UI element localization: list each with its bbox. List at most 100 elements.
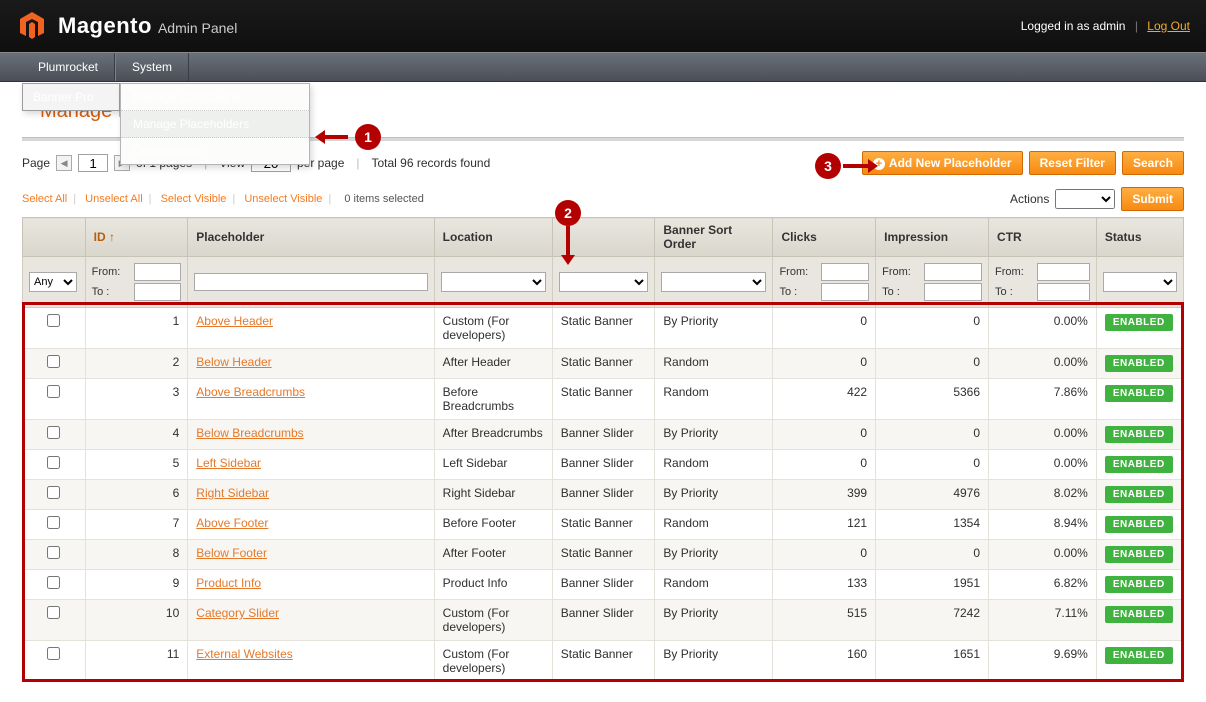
cell-sort: By Priority [655,600,773,641]
table-row[interactable]: 5Left SidebarLeft SidebarBanner SliderRa… [23,450,1184,480]
filter-id-to[interactable] [134,283,182,301]
filter-type[interactable] [559,272,649,292]
filter-location[interactable] [441,272,546,292]
placeholder-link[interactable]: External Websites [196,647,293,661]
cell-type: Static Banner [552,540,655,570]
table-row[interactable]: 6Right SidebarRight SidebarBanner Slider… [23,480,1184,510]
placeholder-link[interactable]: Above Breadcrumbs [196,385,305,399]
filter-ctr-to[interactable] [1037,283,1090,301]
table-row[interactable]: 1Above HeaderCustom (For developers)Stat… [23,308,1184,349]
table-row[interactable]: 9Product InfoProduct InfoBanner SliderRa… [23,570,1184,600]
cell-type: Static Banner [552,349,655,379]
table-row[interactable]: 8Below FooterAfter FooterStatic BannerBy… [23,540,1184,570]
magento-logo-icon [16,10,48,42]
sort-asc-icon: ↑ [109,230,115,244]
col-ctr[interactable]: CTR [989,218,1097,257]
row-checkbox[interactable] [47,576,60,589]
cell-location: After Header [434,349,552,379]
filter-id-from[interactable] [134,263,182,281]
col-sort-order[interactable]: Banner Sort Order [655,218,773,257]
table-row[interactable]: 11External WebsitesCustom (For developer… [23,641,1184,682]
row-checkbox[interactable] [47,546,60,559]
filter-imp-from[interactable] [924,263,982,281]
placeholder-link[interactable]: Category Slider [196,606,279,620]
filter-clicks-to[interactable] [821,283,869,301]
placeholder-link[interactable]: Left Sidebar [196,456,261,470]
placeholder-link[interactable]: Above Footer [196,516,268,530]
status-badge: ENABLED [1105,647,1173,664]
logout-link[interactable]: Log Out [1147,19,1190,33]
row-checkbox[interactable] [47,355,60,368]
row-checkbox[interactable] [47,486,60,499]
filter-any-select[interactable]: Any [29,272,77,292]
reset-filter-button[interactable]: Reset Filter [1029,151,1116,175]
cell-id: 7 [85,510,188,540]
annotation-1-arrow [318,135,348,139]
menu-configuration[interactable]: Configuration [121,138,309,164]
row-checkbox[interactable] [47,314,60,327]
filter-placeholder[interactable] [194,273,427,291]
col-clicks[interactable]: Clicks [773,218,876,257]
col-placeholder[interactable]: Placeholder [188,218,434,257]
status-badge: ENABLED [1105,314,1173,331]
placeholder-link[interactable]: Below Header [196,355,271,369]
placeholder-link[interactable]: Right Sidebar [196,486,269,500]
placeholder-link[interactable]: Below Breadcrumbs [196,426,303,440]
row-checkbox[interactable] [47,647,60,660]
nav-plumrocket[interactable]: Plumrocket [22,53,115,81]
submit-button[interactable]: Submit [1121,187,1184,211]
filter-status[interactable] [1103,272,1177,292]
cell-clicks: 515 [773,600,876,641]
nav-system[interactable]: System [115,53,189,81]
table-row[interactable]: 3Above BreadcrumbsBefore BreadcrumbsStat… [23,379,1184,420]
filter-sort[interactable] [661,272,766,292]
actions-label: Actions [1010,192,1049,206]
cell-ctr: 7.11% [989,600,1097,641]
unselect-all-link[interactable]: Unselect All [85,193,142,205]
table-row[interactable]: 7Above FooterBefore FooterStatic BannerR… [23,510,1184,540]
cell-sort: By Priority [655,480,773,510]
placeholder-link[interactable]: Above Header [196,314,273,328]
search-button[interactable]: Search [1122,151,1184,175]
row-checkbox[interactable] [47,456,60,469]
cell-sort: By Priority [655,540,773,570]
filter-ctr-from[interactable] [1037,263,1090,281]
select-visible-link[interactable]: Select Visible [161,193,227,205]
dropdown-level1[interactable]: Banner Pro Manage Campaigns Manage Place… [22,83,120,111]
table-row[interactable]: 10Category SliderCustom (For developers)… [23,600,1184,641]
cell-ctr: 8.02% [989,480,1097,510]
filter-clicks-from[interactable] [821,263,869,281]
row-checkbox[interactable] [47,606,60,619]
cell-location: Custom (For developers) [434,308,552,349]
page-number-input[interactable] [78,154,108,172]
annotation-2: 2 [555,200,581,226]
placeholder-link[interactable]: Product Info [196,576,261,590]
col-status[interactable]: Status [1096,218,1183,257]
unselect-visible-link[interactable]: Unselect Visible [244,193,322,205]
cell-location: Before Footer [434,510,552,540]
table-row[interactable]: 4Below BreadcrumbsAfter BreadcrumbsBanne… [23,420,1184,450]
col-impression[interactable]: Impression [876,218,989,257]
placeholder-link[interactable]: Below Footer [196,546,267,560]
cell-ctr: 8.94% [989,510,1097,540]
cell-location: After Footer [434,540,552,570]
cell-type: Static Banner [552,641,655,682]
menu-manage-campaigns[interactable]: Manage Campaigns [121,84,309,111]
col-id[interactable]: ID ↑ [85,218,188,257]
select-all-link[interactable]: Select All [22,193,67,205]
actions-select[interactable] [1055,189,1115,209]
dropdown-banner-pro[interactable]: Banner Pro [23,84,119,110]
row-checkbox[interactable] [47,385,60,398]
status-badge: ENABLED [1105,355,1173,372]
cell-ctr: 0.00% [989,420,1097,450]
page-prev-button[interactable]: ◀ [56,155,72,171]
table-row[interactable]: 2Below HeaderAfter HeaderStatic BannerRa… [23,349,1184,379]
add-placeholder-button[interactable]: +Add New Placeholder [862,151,1023,175]
annotation-1: 1 [355,124,381,150]
row-checkbox[interactable] [47,516,60,529]
row-checkbox[interactable] [47,426,60,439]
cell-type: Static Banner [552,308,655,349]
menu-manage-placeholders[interactable]: Manage Placeholders [121,111,309,138]
filter-imp-to[interactable] [924,283,982,301]
col-location[interactable]: Location [434,218,552,257]
